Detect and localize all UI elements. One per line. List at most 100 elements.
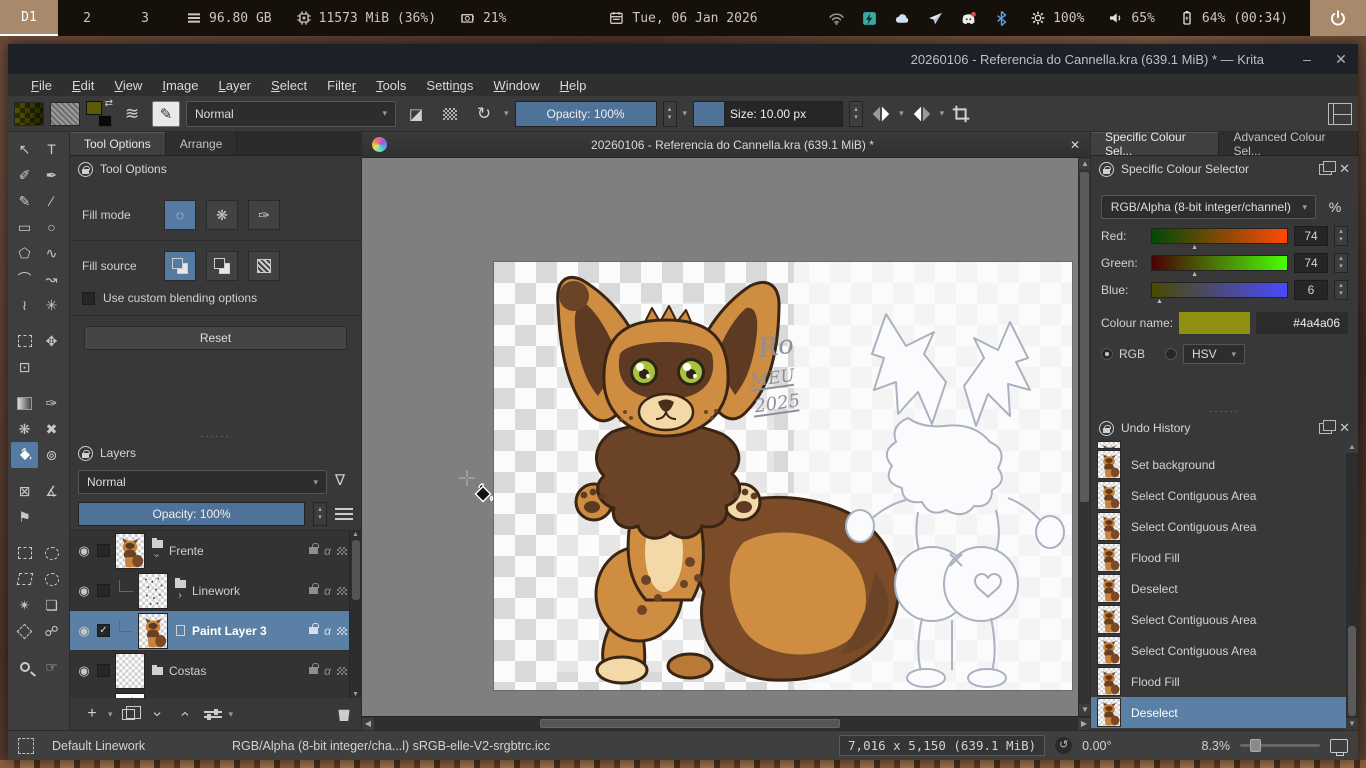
- size-spinner[interactable]: ▴▾: [849, 101, 863, 127]
- tool-freehand-brush[interactable]: ✎: [11, 188, 38, 214]
- add-layer-dropdown-icon[interactable]: ▾: [108, 709, 113, 720]
- layer-row-linework[interactable]: ◉›Lineworkα: [70, 571, 361, 611]
- eraser-icon[interactable]: ◪: [402, 101, 430, 127]
- layer-lock-icon[interactable]: [309, 587, 318, 594]
- telegram-icon[interactable]: [927, 10, 944, 27]
- blue-value[interactable]: 6: [1294, 280, 1328, 300]
- tool-magnetic-select[interactable]: ☍: [38, 618, 65, 644]
- tool-similar-colour-select[interactable]: ❏: [38, 592, 65, 618]
- inherit-alpha-icon[interactable]: [337, 547, 347, 555]
- custom-blending-checkbox[interactable]: [82, 292, 95, 305]
- reload-preset-icon[interactable]: ↻: [470, 101, 498, 127]
- layer-row-base[interactable]: ◉›Baseα: [70, 691, 361, 698]
- menu-file[interactable]: File: [22, 78, 61, 93]
- rgb-radio[interactable]: [1101, 348, 1113, 360]
- layer-properties-dropdown-icon[interactable]: ▾: [229, 709, 234, 720]
- tab-specific-colour-selector[interactable]: Specific Colour Sel...: [1091, 132, 1219, 155]
- zoom-slider[interactable]: [1240, 744, 1320, 747]
- workspace-chooser-icon[interactable]: [1328, 103, 1352, 125]
- tab-tool-options[interactable]: Tool Options: [70, 132, 166, 155]
- fill-mode-similar-button[interactable]: ❋: [206, 200, 238, 230]
- reload-dropdown-icon[interactable]: ▾: [504, 108, 509, 119]
- tool-freehand-path[interactable]: ↝: [38, 266, 65, 292]
- hsv-radio[interactable]: [1165, 348, 1177, 360]
- visibility-eye-icon[interactable]: ◉: [76, 623, 92, 639]
- tab-advanced-colour-selector[interactable]: Advanced Colour Sel...: [1219, 132, 1358, 155]
- mirror-horizontal-dropdown-icon[interactable]: ▾: [899, 108, 904, 119]
- docker-splitter[interactable]: ······: [1091, 407, 1358, 415]
- fill-source-bg-button[interactable]: [206, 251, 238, 281]
- tool-edit-shapes[interactable]: ✐: [11, 162, 38, 188]
- layer-lock-icon[interactable]: [309, 667, 318, 674]
- green-spinner[interactable]: ▴▾: [1334, 253, 1348, 273]
- tool-polygon-select[interactable]: [11, 566, 38, 592]
- tool-polyline[interactable]: ∿: [38, 240, 65, 266]
- fill-mode-sample-button[interactable]: ✑: [248, 200, 280, 230]
- colorspace-select[interactable]: RGB/Alpha (8-bit integer/channel)▾: [1101, 195, 1316, 219]
- mirror-horizontal-icon[interactable]: [869, 103, 893, 125]
- tool-bezier-curve[interactable]: ⌒: [11, 266, 38, 292]
- selection-display-icon[interactable]: [18, 738, 34, 754]
- layer-lock-icon[interactable]: [309, 627, 318, 634]
- canvas-vscrollbar[interactable]: ▲ ▼: [1078, 158, 1090, 716]
- layer-row-costas[interactable]: ◉Costasα: [70, 651, 361, 691]
- canvas-rotation-icon[interactable]: ↺: [1055, 737, 1072, 754]
- canvas-viewport[interactable]: Ro MEU 2025: [362, 158, 1090, 716]
- layer-name[interactable]: Paint Layer 3: [192, 624, 304, 638]
- workspace-2[interactable]: 2: [58, 0, 116, 36]
- close-button[interactable]: ✕: [1324, 51, 1358, 68]
- bluetooth-icon[interactable]: [993, 10, 1010, 27]
- blue-slider[interactable]: ▲: [1151, 282, 1288, 298]
- tool-fill[interactable]: [11, 442, 38, 468]
- green-value[interactable]: 74: [1294, 253, 1328, 273]
- gradient-chooser[interactable]: [14, 102, 44, 126]
- layer-row-paint-layer-3[interactable]: ◉ ✓ Paint Layer 3 α: [70, 611, 361, 651]
- window-titlebar[interactable]: 20260106 - Referencia do Cannella.kra (6…: [8, 44, 1358, 74]
- menu-image[interactable]: Image: [153, 78, 207, 93]
- blending-mode-select[interactable]: Normal▾: [186, 101, 396, 127]
- layer-active-checkbox[interactable]: [97, 584, 110, 597]
- layer-active-checkbox[interactable]: ✓: [97, 624, 110, 637]
- battery-charging-icon[interactable]: [861, 10, 878, 27]
- swap-colors-icon[interactable]: ⇄: [105, 98, 113, 109]
- tool-rect-select[interactable]: [11, 540, 38, 566]
- tool-freehand-select[interactable]: [38, 566, 65, 592]
- preserve-alpha-icon[interactable]: [436, 101, 464, 127]
- trim-icon[interactable]: [950, 103, 972, 125]
- menu-settings[interactable]: Settings: [417, 78, 482, 93]
- tool-reference-images[interactable]: ⚑: [11, 504, 38, 530]
- alpha-lock-icon[interactable]: α: [324, 624, 331, 638]
- alpha-lock-icon[interactable]: α: [324, 544, 331, 558]
- current-brush-preset[interactable]: Default Linework: [52, 739, 222, 753]
- mirror-vertical-dropdown-icon[interactable]: ▾: [940, 108, 945, 119]
- hsv-select[interactable]: HSV▾: [1183, 344, 1245, 364]
- menu-view[interactable]: View: [105, 78, 151, 93]
- tool-line[interactable]: ∕: [38, 188, 65, 214]
- layer-name[interactable]: Costas: [169, 664, 304, 678]
- colour-hex[interactable]: #4a4a06: [1256, 312, 1348, 334]
- tool-polygon[interactable]: ⬠: [11, 240, 38, 266]
- tool-bezier-select[interactable]: [11, 618, 38, 644]
- tool-similar-select[interactable]: ✴: [11, 592, 38, 618]
- tool-crop[interactable]: ⊡: [11, 354, 38, 380]
- fill-source-pattern-button[interactable]: [248, 251, 280, 281]
- menu-select[interactable]: Select: [262, 78, 316, 93]
- tool-gradient[interactable]: [11, 390, 38, 416]
- undo-row[interactable]: Select Contiguous Area: [1091, 511, 1358, 542]
- undo-row[interactable]: Flood Fill: [1091, 542, 1358, 573]
- subwindow-titlebar[interactable]: 20260106 - Referencia do Cannella.kra (6…: [362, 132, 1090, 158]
- inherit-alpha-icon[interactable]: [337, 587, 347, 595]
- tool-multibrush[interactable]: ✳: [38, 292, 65, 318]
- fit-screen-icon[interactable]: [1330, 739, 1348, 753]
- layers-header[interactable]: Layers: [70, 440, 361, 466]
- tool-measure[interactable]: ∡: [38, 478, 65, 504]
- red-value[interactable]: 74: [1294, 226, 1328, 246]
- layer-properties-button[interactable]: [201, 702, 225, 726]
- discord-icon[interactable]: [960, 10, 977, 27]
- workspace-3[interactable]: 3: [116, 0, 174, 36]
- duplicate-layer-button[interactable]: [117, 702, 141, 726]
- float-docker-icon[interactable]: [1319, 164, 1332, 175]
- tool-pattern-edit[interactable]: ❋: [11, 416, 38, 442]
- visibility-eye-icon[interactable]: ◉: [76, 543, 92, 559]
- red-spinner[interactable]: ▴▾: [1334, 226, 1348, 246]
